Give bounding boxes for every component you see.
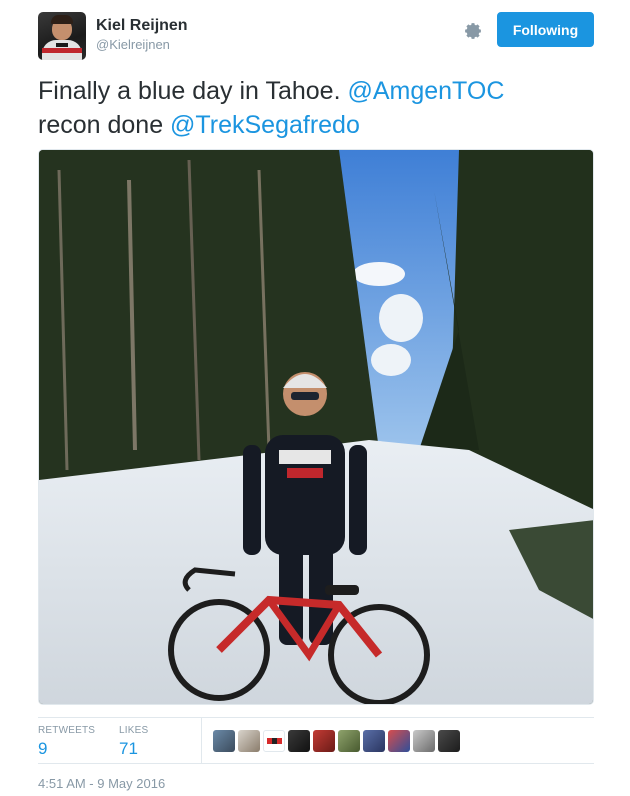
retweets-stat[interactable]: RETWEETS 9 [38, 725, 95, 761]
tweet-text-part-2: recon done [38, 111, 171, 139]
liker-avatar[interactable] [388, 730, 410, 752]
author-handle[interactable]: @Kielreijnen [96, 36, 188, 54]
avatar-hair [51, 15, 73, 24]
photo-scene [39, 150, 593, 704]
tweet-text: Finally a blue day in Tahoe. @AmgenTOC re… [38, 74, 598, 142]
tweet-timestamp[interactable]: 4:51 AM - 9 May 2016 [38, 776, 165, 791]
author-name-block[interactable]: Kiel Reijnen @Kielreijnen [96, 16, 188, 54]
liker-logo-mark [267, 738, 282, 744]
liker-avatar[interactable] [438, 730, 460, 752]
tweet-photo[interactable] [38, 149, 594, 705]
liker-avatar[interactable] [238, 730, 260, 752]
stats-bottom-divider [38, 763, 594, 764]
mention-amgentoc-link[interactable]: @AmgenTOC [347, 77, 504, 105]
liker-avatar[interactable] [213, 730, 235, 752]
author-display-name[interactable]: Kiel Reijnen [96, 16, 188, 36]
liker-avatar[interactable] [263, 730, 285, 752]
liker-avatars [213, 730, 460, 752]
stats-vertical-divider [201, 717, 202, 763]
likes-count[interactable]: 71 [119, 737, 148, 761]
likes-label: LIKES [119, 725, 149, 736]
liker-avatar[interactable] [313, 730, 335, 752]
tweet-header: Kiel Reijnen @Kielreijnen Following [38, 12, 598, 62]
gear-icon[interactable] [462, 20, 484, 42]
liker-avatar[interactable] [413, 730, 435, 752]
liker-avatar[interactable] [338, 730, 360, 752]
retweets-label: RETWEETS [38, 725, 96, 736]
following-button[interactable]: Following [497, 12, 594, 47]
avatar-jersey-logo [56, 43, 68, 47]
author-avatar[interactable] [38, 12, 86, 60]
retweets-count[interactable]: 9 [38, 737, 95, 761]
likes-stat[interactable]: LIKES 71 [119, 725, 148, 761]
tweet-text-part-1: Finally a blue day in Tahoe. [38, 77, 348, 105]
liker-avatar[interactable] [288, 730, 310, 752]
stats-top-divider [38, 717, 594, 718]
liker-avatar[interactable] [363, 730, 385, 752]
avatar-jersey-stripe [42, 48, 82, 53]
mention-treksegafredo-link[interactable]: @TrekSegafredo [170, 111, 360, 139]
